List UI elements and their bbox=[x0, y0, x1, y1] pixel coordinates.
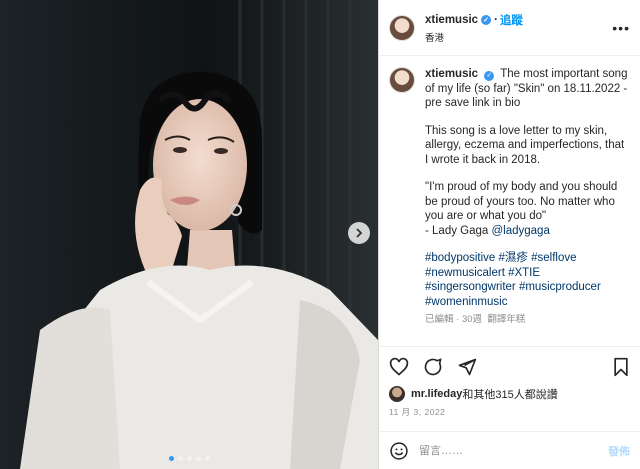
caption-meta: 已編輯 · 30週 翻譯年糕 bbox=[425, 314, 526, 325]
bookmark-icon[interactable] bbox=[612, 357, 630, 377]
post-side-panel: xtiemusic ✓ · 追蹤 香港 ••• xtiemusic ✓ The … bbox=[378, 0, 640, 469]
avatar[interactable] bbox=[389, 67, 415, 93]
carousel-dot bbox=[177, 456, 183, 461]
heart-icon[interactable] bbox=[389, 357, 409, 377]
carousel-dot bbox=[186, 456, 192, 461]
carousel-dot bbox=[195, 456, 201, 461]
comment-icon[interactable] bbox=[423, 357, 443, 377]
carousel-dot bbox=[204, 456, 210, 461]
likes-summary: mr.lifeday 和其他315人都說讚 bbox=[389, 386, 630, 402]
likes-user[interactable]: mr.lifeday bbox=[411, 388, 462, 400]
follow-button[interactable]: 追蹤 bbox=[500, 12, 523, 28]
post-dialog: xtiemusic ✓ · 追蹤 香港 ••• xtiemusic ✓ The … bbox=[0, 0, 640, 469]
post-comment-button[interactable]: 發佈 bbox=[608, 443, 630, 459]
avatar[interactable] bbox=[389, 386, 405, 402]
comment-input[interactable] bbox=[419, 444, 608, 457]
send-icon[interactable] bbox=[457, 357, 477, 377]
translate-link[interactable]: 翻譯年糕 bbox=[487, 314, 525, 325]
likes-rest[interactable]: 和其他315人都說讚 bbox=[462, 386, 557, 402]
verified-badge-icon: ✓ bbox=[481, 14, 492, 25]
post-header: xtiemusic ✓ · 追蹤 香港 ••• bbox=[379, 0, 640, 56]
carousel-indicator bbox=[0, 456, 378, 461]
caption-attribution: - Lady Gaga bbox=[425, 224, 492, 237]
post-date: 11 月 3, 2022 bbox=[389, 407, 446, 417]
avatar[interactable] bbox=[389, 14, 415, 41]
post-photo bbox=[0, 0, 378, 469]
post-media bbox=[0, 0, 378, 469]
carousel-next-button[interactable] bbox=[348, 222, 370, 244]
caption-section: xtiemusic ✓ The most important song of m… bbox=[379, 57, 640, 344]
verified-badge-icon: ✓ bbox=[484, 71, 495, 82]
comment-composer: 發佈 bbox=[379, 431, 640, 469]
caption-username[interactable]: xtiemusic bbox=[425, 68, 478, 80]
edited-label: 已編輯 bbox=[425, 314, 454, 325]
location-link[interactable]: 香港 bbox=[425, 30, 523, 44]
emoji-icon[interactable] bbox=[389, 441, 409, 461]
separator-dot: · bbox=[494, 13, 498, 26]
chevron-right-icon bbox=[356, 228, 363, 238]
more-horizontal-icon[interactable]: ••• bbox=[612, 20, 630, 36]
header-username[interactable]: xtiemusic bbox=[425, 14, 478, 26]
hashtag-list[interactable]: #bodypositive #濕疹 #selflove #newmusicale… bbox=[425, 251, 630, 309]
caption-text: xtiemusic ✓ The most important song of m… bbox=[425, 67, 630, 328]
caption-paragraph2: This song is a love letter to my skin, a… bbox=[425, 124, 625, 166]
mention-link[interactable]: @ladygaga bbox=[491, 225, 549, 237]
carousel-dot bbox=[168, 456, 174, 461]
post-age: 30週 bbox=[461, 314, 483, 325]
action-bar bbox=[379, 346, 640, 386]
caption-quote: "I'm proud of my body and you should be … bbox=[425, 181, 618, 222]
